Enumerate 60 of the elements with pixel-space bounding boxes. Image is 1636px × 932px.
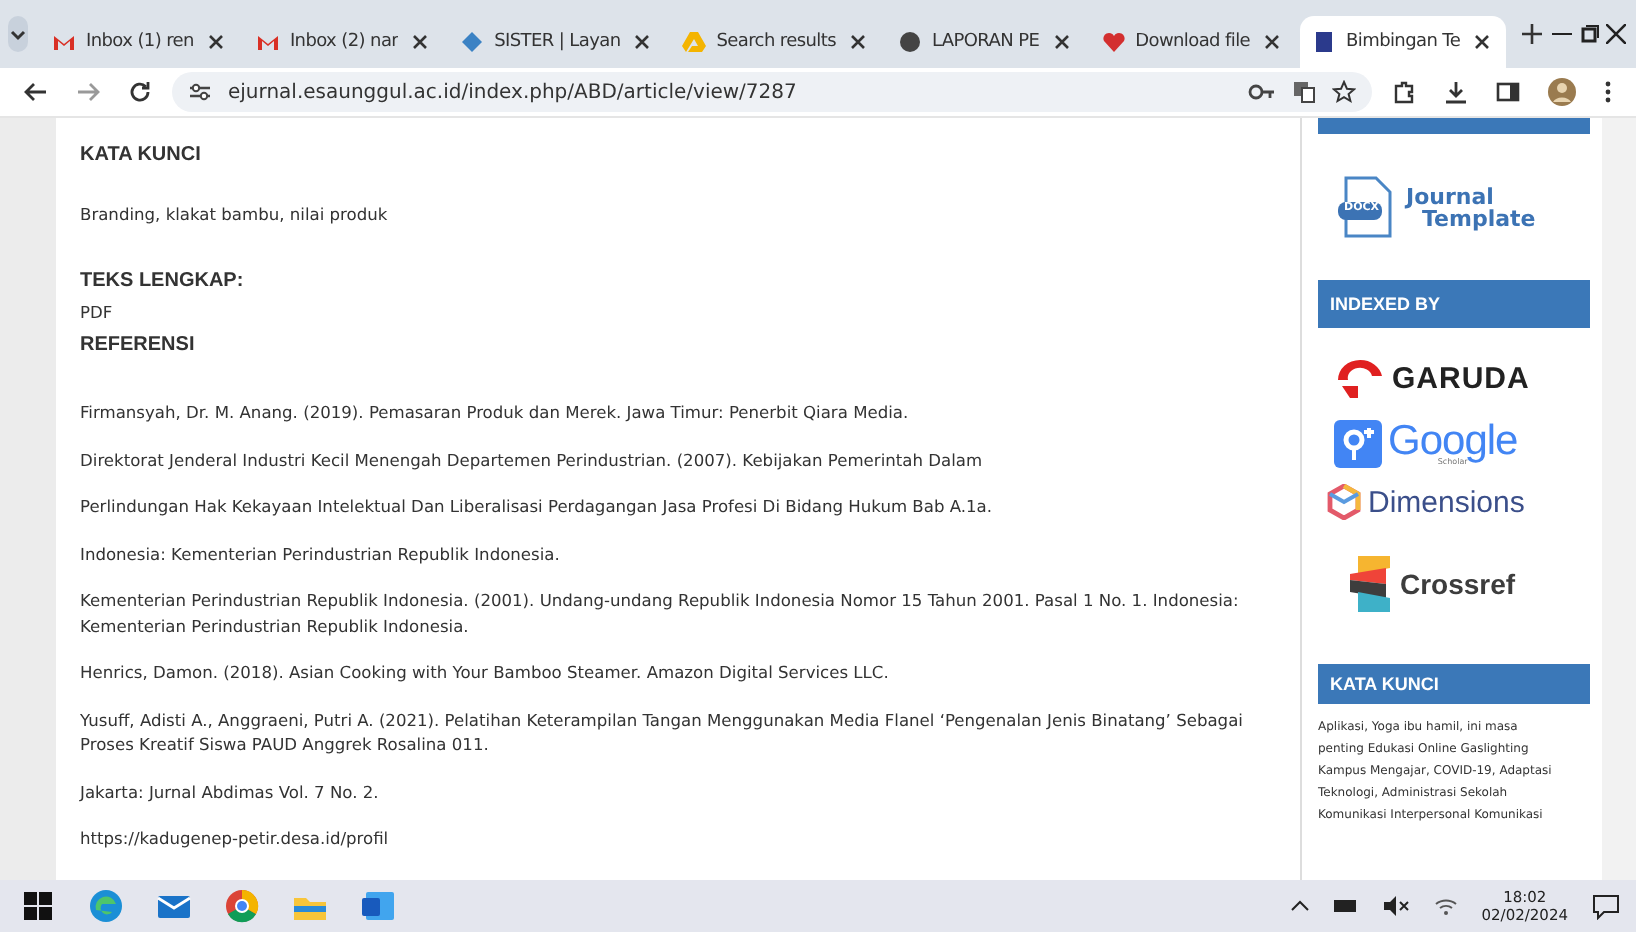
indexer-logo-link[interactable]: Dimensions: [1326, 484, 1590, 520]
indexer-logo-link[interactable]: GARUDA: [1334, 356, 1590, 400]
document-icon: [1338, 176, 1398, 240]
reference-text: Jakarta: Jurnal Abdimas Vol. 7 No. 2.: [80, 779, 381, 804]
polygon-icon: [1326, 484, 1362, 520]
heart-icon: [1101, 30, 1126, 54]
close-icon[interactable]: [1470, 30, 1495, 54]
app-icon[interactable]: [220, 888, 264, 924]
mute-icon[interactable]: [1381, 896, 1410, 916]
close-icon[interactable]: [1049, 30, 1074, 54]
address-bar[interactable]: ejurnal.esaunggul.ac.id/index.php/ABD/article/view/7287: [172, 72, 1372, 112]
browser-tab[interactable]: LAPORAN PE: [885, 16, 1086, 68]
app-icon[interactable]: [356, 888, 400, 924]
app-icon[interactable]: [84, 888, 128, 924]
reference-text: https://kadugenep-petir.desa.id/profil: [80, 826, 391, 851]
section-heading: REFERENSI: [80, 334, 197, 356]
battery-icon[interactable]: [1333, 898, 1358, 914]
browser-tab[interactable]: SISTER | Layan: [448, 16, 667, 68]
scholar-icon: [1334, 420, 1382, 468]
envelope-icon: [52, 30, 76, 54]
indexer-logo-link[interactable]: Crossref: [1350, 556, 1590, 612]
browser-tab[interactable]: Inbox (1) ren: [40, 16, 240, 68]
star-icon[interactable]: [1332, 80, 1356, 104]
pdf-link[interactable]: PDF: [80, 302, 113, 322]
triangle-icon: [682, 30, 707, 54]
sidebar-heading: KATA KUNCI: [1318, 664, 1590, 704]
new-tab-icon[interactable]: [1522, 18, 1543, 50]
wifi-icon[interactable]: [1433, 896, 1458, 916]
sidebar-heading: INDEXED BY: [1318, 280, 1590, 328]
chevron-up-icon[interactable]: [1289, 900, 1310, 912]
diamond-icon: [460, 30, 485, 54]
stripes-icon: [1350, 556, 1394, 612]
browser-tab[interactable]: Bimbingan Te: [1300, 16, 1507, 68]
translate-icon[interactable]: [1292, 80, 1316, 104]
reference-text: Direktorat Jenderal Industri Kecil Menengah Departemen Perindustrian. (2007). Kebijakan Pemerintah Dalam: [80, 447, 985, 472]
browser-tab[interactable]: Download file: [1089, 16, 1297, 68]
document-icon: [1312, 30, 1337, 54]
reference-text: Indonesia: Kementerian Perindustrian Republik Indonesia.: [80, 541, 562, 566]
tab-search-icon[interactable]: [8, 16, 28, 52]
reference-text: Firmansyah, Dr. M. Anang. (2019). Pemasaran Produk dan Merek. Jawa Timur: Penerbit Qiara Media.: [80, 400, 911, 425]
close-icon[interactable]: [203, 30, 228, 54]
reference-text: Perlindungan Hak Kekayaan Intelektual Dan Liberalisasi Perdagangan Jasa Profesi Di Bidang Hukum Bab A.1a.: [80, 494, 995, 519]
envelope-icon: [255, 30, 280, 54]
close-icon[interactable]: [1604, 24, 1629, 44]
keywords-text: Branding, klakat bambu, nilai produk: [80, 204, 390, 224]
browser-tab[interactable]: Inbox (2) nar: [243, 16, 445, 68]
key-icon[interactable]: [1248, 82, 1276, 102]
close-icon[interactable]: [845, 30, 870, 54]
close-icon[interactable]: [408, 30, 433, 54]
close-icon[interactable]: [1260, 30, 1285, 54]
reference-text: Yusuff, Adisti A., Anggraeni, Putri A. (2021). Pelatihan Keterampilan Tangan Menggunakan Media Flanel ‘Pengenalan Jenis Binatang’ Sebagai Proses Kreatif Siswa PAUD Anggrek Rosalina 011.: [80, 707, 1245, 757]
notifications-icon[interactable]: [1592, 893, 1620, 919]
section-heading: KATA KUNCI: [80, 144, 203, 166]
section-heading: TEKS LENGKAP:: [80, 270, 246, 292]
reference-text: Henrics, Damon. (2018). Asian Cooking with Your Bamboo Steamer. Amazon Digital Services LLC.: [80, 660, 891, 685]
restore-icon[interactable]: [1577, 24, 1601, 44]
browser-tab[interactable]: Search results: [670, 16, 882, 68]
site-settings-icon[interactable]: [188, 82, 212, 102]
reference-text: Kementerian Perindustrian Republik Indonesia. (2001). Undang-undang Republik Indonesia Nomor 15 Tahun 2001. Pasal 1 No. 1. Indonesia: Kementerian Perindustrian Republik Indonesia.: [80, 588, 1241, 638]
close-icon[interactable]: [630, 30, 655, 54]
